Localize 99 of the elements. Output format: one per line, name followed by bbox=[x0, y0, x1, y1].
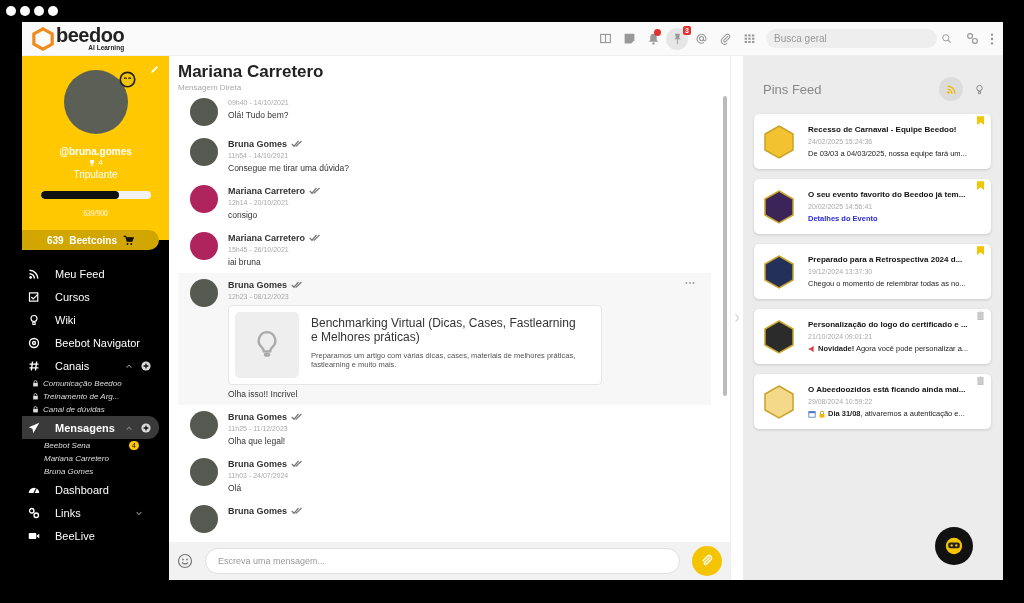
nav-item[interactable]: Canais bbox=[22, 354, 159, 377]
panel-title: Pins Feed bbox=[763, 81, 822, 97]
grid-icon bbox=[742, 32, 756, 45]
bulb-icon bbox=[28, 313, 40, 326]
search-icon[interactable] bbox=[941, 33, 952, 44]
pin-title: Personalização do logo do certificado e ... bbox=[808, 320, 969, 329]
smiley-icon bbox=[118, 71, 136, 88]
clip-icon bbox=[718, 32, 732, 45]
lock-icon bbox=[32, 393, 39, 400]
bell-icon bbox=[646, 32, 660, 45]
nav-item[interactable]: Wiki bbox=[22, 308, 159, 331]
trash-icon[interactable] bbox=[977, 311, 984, 320]
username: @bruna.gomes bbox=[59, 146, 132, 157]
chat-subtitle: Mensagem Direta bbox=[178, 83, 243, 92]
message-input[interactable]: Escreva uma mensagem... bbox=[205, 548, 680, 574]
add-icon[interactable] bbox=[141, 422, 151, 433]
nav-item[interactable]: Cursos bbox=[22, 285, 159, 308]
message-text: iai bruna bbox=[228, 257, 262, 267]
sidebar-subitem[interactable]: Canal de dúvidas bbox=[22, 403, 169, 416]
avatar-placeholder bbox=[190, 458, 218, 486]
avatar-placeholder bbox=[190, 279, 218, 307]
nav-item[interactable]: Links bbox=[22, 501, 159, 524]
message-author: Mariana Carretero bbox=[228, 232, 306, 243]
attach-button[interactable] bbox=[692, 546, 722, 576]
logo-text: beedoo bbox=[56, 25, 125, 46]
pin-title: Recesso de Carnaval - Equipe Beedoo! bbox=[808, 125, 958, 134]
pin-title: Preparado para a Retrospectiva 2024 d... bbox=[808, 255, 964, 264]
compass-icon bbox=[28, 336, 40, 349]
lock-icon bbox=[32, 380, 39, 387]
rss-icon bbox=[945, 83, 957, 95]
avatar-placeholder bbox=[190, 185, 218, 213]
nav-item[interactable]: Dashboard bbox=[22, 478, 159, 501]
pin-title: O Abeedoozidos está ficando ainda mai... bbox=[808, 385, 966, 394]
window-dot bbox=[34, 6, 44, 16]
sidebar-subitem[interactable]: Bruna Gomes bbox=[22, 465, 169, 478]
rss-icon bbox=[28, 267, 40, 280]
message-text: Olha que legal! bbox=[228, 436, 287, 446]
rank-label: Tripulante bbox=[73, 169, 118, 180]
window-dot bbox=[6, 6, 16, 16]
message-author: Bruna Gomes bbox=[228, 411, 287, 422]
message-text: Olá bbox=[228, 483, 243, 493]
hexagon-logo-icon bbox=[32, 26, 54, 51]
message-author: Bruna Gomes bbox=[228, 505, 287, 516]
feed-tab[interactable] bbox=[939, 77, 963, 101]
lock-icon bbox=[818, 409, 826, 418]
message-author: Mariana Carretero bbox=[228, 185, 306, 196]
sidebar-subitem[interactable]: Mariana Carretero bbox=[22, 452, 169, 465]
chat-title: Mariana Carretero bbox=[178, 62, 325, 82]
trash-icon[interactable] bbox=[977, 376, 984, 385]
pin-title: O seu evento favorito do Beedoo já tem... bbox=[808, 190, 966, 199]
window-dot bbox=[48, 6, 58, 16]
cart-icon bbox=[123, 234, 134, 246]
pencil-icon[interactable] bbox=[149, 64, 160, 75]
scrollbar[interactable] bbox=[723, 96, 727, 396]
avatar-placeholder bbox=[190, 505, 218, 533]
robot-assistant-button[interactable] bbox=[935, 527, 973, 565]
panels-icon bbox=[598, 32, 612, 45]
avatar-placeholder bbox=[190, 411, 218, 439]
sidebar-subitem[interactable]: Treinamento de Arg... bbox=[22, 390, 169, 403]
message-text: Consegue me tirar uma dúvida? bbox=[228, 163, 349, 173]
hash-icon bbox=[28, 359, 40, 372]
link-icon[interactable] bbox=[966, 32, 979, 45]
bookmark-icon[interactable] bbox=[977, 116, 984, 125]
avatar-placeholder bbox=[190, 138, 218, 166]
trophy-icon bbox=[88, 158, 97, 167]
link-icon bbox=[28, 506, 40, 519]
bookmark-icon[interactable] bbox=[977, 181, 984, 190]
message-author: Bruna Gomes bbox=[228, 458, 287, 469]
message-text: Olha isso!! Incrivel bbox=[228, 389, 299, 399]
search-field[interactable]: Busca geral bbox=[766, 29, 937, 48]
more-menu-icon[interactable] bbox=[989, 31, 995, 46]
nav-item[interactable]: Beebot Navigator bbox=[22, 331, 159, 354]
message-author: Bruna Gomes bbox=[228, 138, 287, 149]
smiley-icon[interactable] bbox=[177, 553, 193, 569]
check-icon bbox=[28, 290, 40, 303]
message-text: Olá! Tudo bem? bbox=[228, 110, 289, 120]
window-dot bbox=[20, 6, 30, 16]
paperclip-icon bbox=[700, 554, 714, 568]
message-author: Bruna Gomes bbox=[228, 279, 287, 290]
send-icon bbox=[28, 421, 40, 434]
mention-icon bbox=[694, 32, 708, 45]
trophy-count: 4 bbox=[98, 158, 103, 167]
lightbulb-icon bbox=[256, 330, 278, 360]
lightbulb-icon bbox=[973, 83, 985, 95]
add-icon[interactable] bbox=[141, 360, 151, 371]
megaphone-icon bbox=[808, 344, 816, 353]
nav-item[interactable]: Mensagens bbox=[22, 416, 159, 439]
bookmark-icon[interactable] bbox=[977, 246, 984, 255]
note-icon bbox=[622, 32, 636, 45]
more-options-icon[interactable] bbox=[685, 281, 695, 285]
lock-icon bbox=[32, 406, 39, 413]
nav-item[interactable]: BeeLive bbox=[22, 524, 159, 547]
calendar-icon bbox=[808, 409, 816, 418]
message-text: consigo bbox=[228, 210, 259, 220]
avatar-placeholder bbox=[190, 98, 218, 126]
sidebar-subitem[interactable]: Comunicação Beedoo bbox=[22, 377, 169, 390]
nav-item[interactable]: Meu Feed bbox=[22, 262, 159, 285]
avatar-placeholder bbox=[190, 232, 218, 260]
preview-title: Benchmarking Virtual (Dicas, Cases, Fastlearning e Melhores práticas) bbox=[311, 317, 577, 345]
